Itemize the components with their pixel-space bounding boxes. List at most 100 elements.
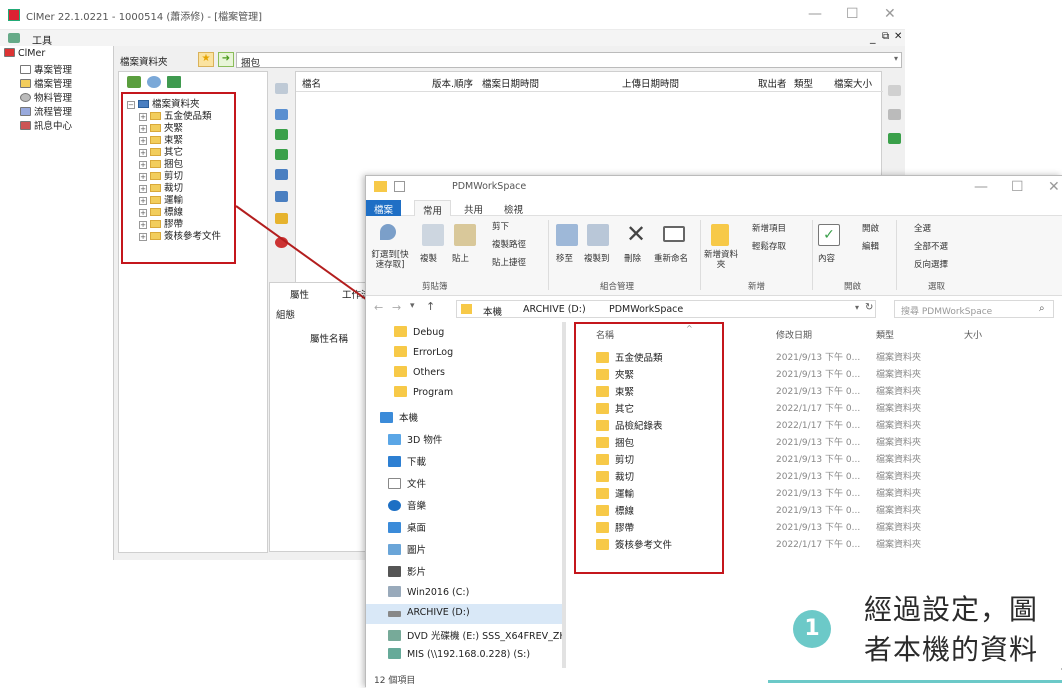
nav-videos[interactable]: 影片 (388, 564, 426, 578)
address-part-drive[interactable]: ARCHIVE (D:) (523, 304, 586, 315)
nav-folder-program[interactable]: Program (394, 386, 453, 398)
address-part-pc[interactable]: 本機 (483, 304, 502, 318)
move-icon[interactable] (275, 169, 288, 180)
caption-line-2: 者本機的資料 (864, 633, 1039, 666)
copy-icon[interactable] (888, 109, 901, 120)
nav-downloads[interactable]: 下載 (388, 454, 426, 468)
nav-flow[interactable]: 流程管理 (20, 104, 72, 118)
send-icon[interactable] (275, 191, 288, 202)
new-item-button[interactable]: 新增項目 (752, 222, 786, 234)
quick-access-toolbar-icon[interactable] (394, 181, 405, 192)
organize-group-label: 組合管理 (600, 282, 635, 292)
col-type[interactable]: 類型 (794, 76, 813, 90)
up-arrow-icon[interactable]: ↑ (426, 300, 435, 313)
nav-project[interactable]: 專案管理 (20, 62, 72, 76)
chevron-down-icon[interactable]: ▾ (894, 54, 898, 63)
search-box[interactable]: 搜尋 PDMWorkSpace ⌕ (894, 300, 1054, 318)
nav-folder-errorlog[interactable]: ErrorLog (394, 346, 453, 358)
close-button[interactable]: ✕ (884, 6, 896, 22)
module-tree: ClMer 專案管理 檔案管理 物料管理 流程管理 訊息中心 (0, 46, 113, 560)
address-dropdown-icon[interactable]: ▾ (855, 303, 859, 312)
back-arrow-icon[interactable]: ← (374, 301, 383, 314)
lock-icon[interactable] (275, 213, 288, 224)
col-size-header[interactable]: 大小 (964, 328, 982, 341)
find-icon[interactable] (147, 76, 161, 88)
nav-drive-s[interactable]: MIS (\\192.168.0.228) (S:) (388, 648, 530, 660)
explorer-close-button[interactable]: ✕ (1048, 179, 1060, 195)
download-icon[interactable] (275, 149, 288, 160)
maximize-button[interactable]: ☐ (846, 6, 859, 22)
invert-selection-button[interactable]: 反向選擇 (914, 258, 948, 270)
nav-pictures[interactable]: 圖片 (388, 542, 426, 556)
col-date-header[interactable]: 修改日期 (776, 328, 812, 341)
nav-material[interactable]: 物料管理 (20, 90, 72, 104)
col-checkout[interactable]: 取出者 (758, 76, 787, 90)
col-size[interactable]: 檔案大小 (834, 76, 872, 90)
nav-drive-c[interactable]: Win2016 (C:) (388, 586, 469, 598)
refresh-tree-icon[interactable] (127, 76, 141, 88)
export-excel-icon[interactable] (167, 76, 181, 88)
explorer-maximize-button[interactable]: ☐ (1011, 179, 1024, 195)
nav-file[interactable]: 檔案管理 (20, 76, 72, 90)
refresh-icon[interactable]: ↻ (865, 302, 873, 313)
tab-file[interactable]: 檔案 (366, 200, 402, 216)
nav-music[interactable]: 音樂 (388, 498, 426, 512)
nav-label: Win2016 (C:) (407, 587, 470, 598)
tab-view[interactable]: 檢視 (496, 200, 531, 216)
col-filename[interactable]: 檔名 (302, 76, 321, 90)
tab-properties[interactable]: 屬性 (290, 287, 309, 301)
move-to-icon (556, 224, 578, 246)
restore-window-button[interactable]: ⧉ (882, 31, 889, 42)
search-input[interactable]: 搜尋 PDMWorkSpace (901, 304, 992, 317)
col-type-header[interactable]: 類型 (876, 328, 894, 341)
explorer-minimize-button[interactable]: — (974, 179, 988, 195)
path-input[interactable]: 捆包 ▾ (236, 52, 902, 69)
easy-access-button[interactable]: 輕鬆存取 (752, 240, 786, 252)
add-icon[interactable] (888, 133, 901, 144)
col-version[interactable]: 版本.順序 (432, 76, 473, 90)
col-file-date[interactable]: 檔案日期時間 (482, 76, 539, 90)
checkout-icon[interactable] (275, 109, 288, 120)
select-none-button[interactable]: 全部不選 (914, 240, 948, 252)
new-file-icon[interactable] (275, 83, 288, 94)
address-bar[interactable]: 本機 ARCHIVE (D:) PDMWorkSpace ▾ ↻ (456, 300, 876, 318)
nav-this-pc[interactable]: 本機 (380, 410, 418, 424)
nav-documents[interactable]: 文件 (388, 476, 426, 490)
close-child-button[interactable]: ✕ (894, 31, 902, 42)
tab-home[interactable]: 常用 (414, 200, 452, 217)
open-button[interactable]: 開啟 (862, 222, 879, 234)
nav-3d-objects[interactable]: 3D 物件 (388, 432, 442, 446)
copy-path-button[interactable]: 複製路徑 (492, 238, 526, 250)
minimize-button[interactable]: — (808, 6, 822, 22)
go-arrow-button[interactable]: ➜ (218, 52, 234, 67)
rename-icon (663, 226, 685, 242)
nav-desktop[interactable]: 桌面 (388, 520, 426, 534)
tools-menu[interactable]: 工具 (32, 32, 52, 47)
restore-child-button[interactable]: _ (870, 31, 876, 44)
nav-drive-e[interactable]: DVD 光碟機 (E:) SSS_X64FREV_ZH-T (388, 628, 575, 642)
nav-folder-others[interactable]: Others (394, 366, 445, 378)
file-date: 2021/9/13 下午 0... (776, 523, 861, 533)
file-date: 2022/1/17 下午 0... (776, 540, 861, 550)
tab-share[interactable]: 共用 (456, 200, 491, 216)
nav-label: Debug (413, 327, 445, 338)
nav-drive-d[interactable]: ARCHIVE (D:) (366, 604, 566, 624)
share-icon[interactable] (275, 237, 288, 248)
nav-clmer[interactable]: ClMer (4, 48, 45, 59)
search-icon[interactable]: ⌕ (1039, 303, 1045, 314)
select-all-button[interactable]: 全選 (914, 222, 931, 234)
edit-button[interactable]: 編輯 (862, 240, 879, 252)
cut-button[interactable]: 剪下 (492, 220, 509, 232)
nav-message[interactable]: 訊息中心 (20, 118, 72, 132)
star-button[interactable]: ★ (198, 52, 214, 67)
nav-folder-debug[interactable]: Debug (394, 326, 444, 338)
forward-arrow-icon[interactable]: → (392, 301, 401, 314)
address-part-folder[interactable]: PDMWorkSpace (609, 304, 683, 315)
nav-label: ErrorLog (413, 347, 454, 358)
recent-chevron-icon[interactable]: ▾ (410, 301, 415, 311)
file-date: 2022/1/17 下午 0... (776, 421, 861, 431)
upload-icon[interactable] (275, 129, 288, 140)
paste-shortcut-button[interactable]: 貼上捷徑 (492, 256, 526, 268)
preview-icon[interactable] (888, 85, 901, 96)
col-upload-date[interactable]: 上傳日期時間 (622, 76, 679, 90)
